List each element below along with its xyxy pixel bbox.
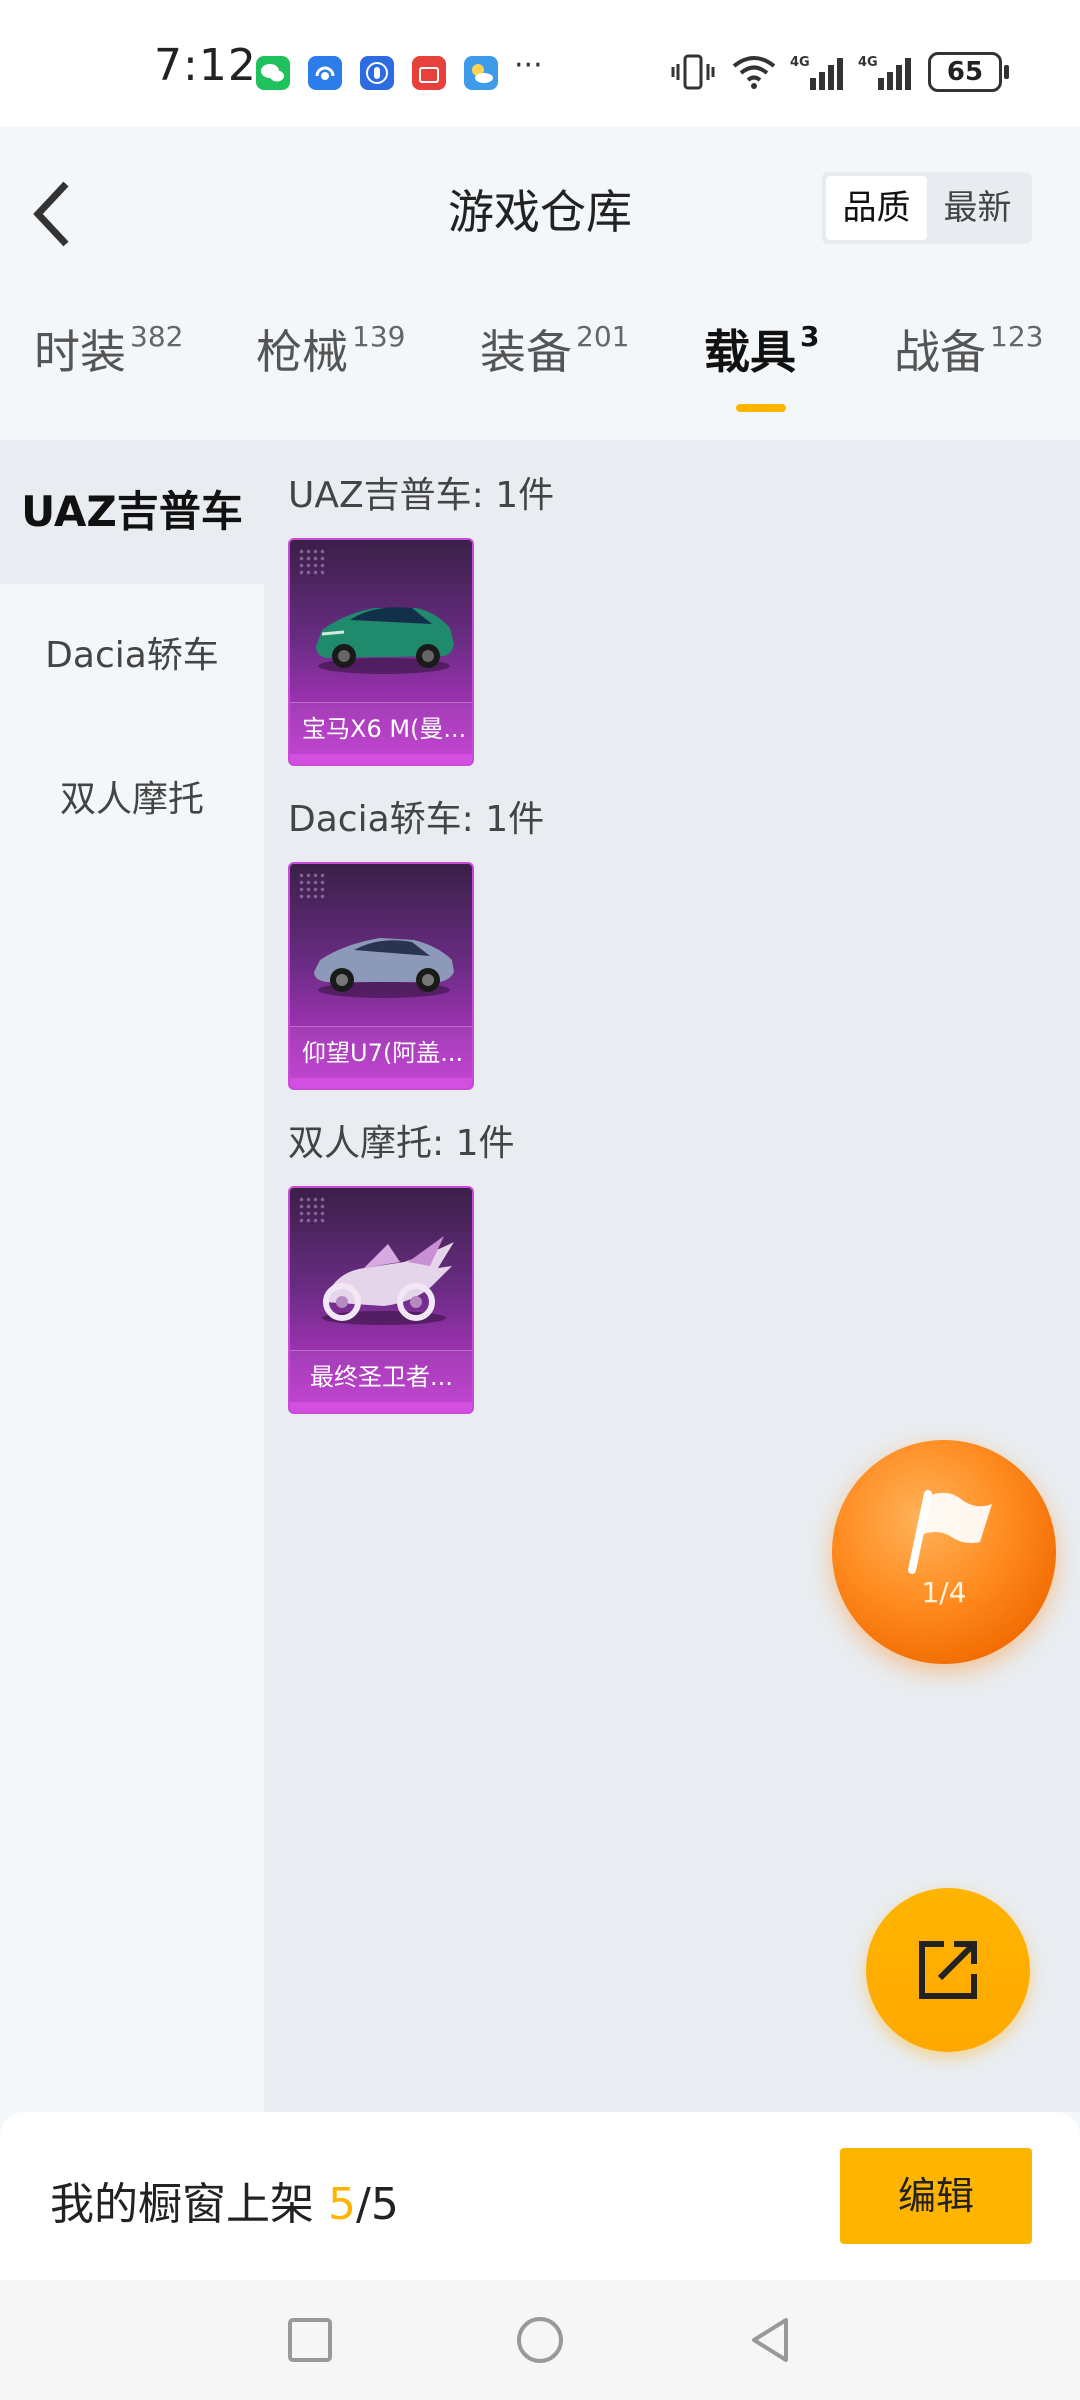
item-card[interactable]: 仰望U7(阿盖... [288,862,474,1090]
edit-button[interactable]: 编辑 [840,2148,1032,2244]
side-item-dacia-sedan[interactable]: Dacia轿车 [0,584,264,728]
tab-firearms[interactable]: 枪械 139 [256,316,405,382]
system-nav-bar [0,2280,1080,2400]
hand-app-icon [360,56,394,90]
weather-icon [464,56,498,90]
signal-4g-icon: 4G [790,55,843,90]
tab-label: 枪械 [256,325,348,379]
status-time: 7:12 [154,40,257,91]
huawei-appgallery-icon [412,56,446,90]
tab-count: 3 [800,320,820,353]
card-pattern [298,872,326,900]
signal-4g-icon-2: 4G [858,55,911,90]
showcase-label-text: 我的橱窗上架 [50,2179,328,2230]
rarity-strip [290,754,472,764]
tab-count: 139 [352,320,406,353]
header: 游戏仓库 品质 最新 时装 382 枪械 139 装备 201 载具 3 战备 123 [0,126,1080,426]
category-tabs: 时装 382 枪械 139 装备 201 载具 3 战备 123 [0,316,1080,416]
group-title: Dacia轿车: 1件 [288,799,545,840]
task-flag-button[interactable]: 1/4 [832,1440,1056,1664]
wifi-icon [732,56,776,89]
tab-count: 123 [990,320,1044,353]
showcase-bar: 我的橱窗上架 5/5 编辑 [0,2112,1080,2280]
vehicle-category-nav: UAZ吉普车 Dacia轿车 双人摩托 [0,440,264,2112]
card-pattern [298,548,326,576]
yangwang-u7-car-image [314,938,454,998]
item-name: 仰望U7(阿盖... [290,1026,472,1078]
bmw-x6-car-image [316,607,454,674]
sort-newest-option[interactable]: 最新 [927,176,1028,240]
active-tab-indicator [736,404,786,412]
share-icon [919,1941,977,1999]
share-button[interactable] [866,1888,1030,2052]
side-item-duo-motorcycle[interactable]: 双人摩托 [0,728,264,872]
showcase-total: /5 [356,2179,399,2230]
group-title: 双人摩托: 1件 [288,1123,515,1164]
svg-text:4G: 4G [790,55,810,70]
wechat-icon [256,56,290,90]
status-bar: 7:12 ··· 4G 4G 65 [0,0,1080,126]
svg-text:4G: 4G [858,55,878,70]
tab-vehicles[interactable]: 载具 3 [704,316,819,382]
group-title: UAZ吉普车: 1件 [288,475,555,516]
tab-battle-supplies[interactable]: 战备 123 [894,316,1043,382]
flag-icon [908,1490,992,1574]
rarity-strip [290,1402,472,1412]
item-name: 宝马X6 M(曼... [290,702,472,754]
showcase-current: 5 [328,2179,356,2230]
battery-icon: 65 [928,52,1009,92]
vibrate-icon [671,54,715,90]
more-notifications-icon: ··· [514,48,543,83]
tab-label: 时装 [34,325,126,379]
showcase-count-label: 我的橱窗上架 5/5 [50,2168,399,2232]
rarity-strip [290,1078,472,1088]
item-card[interactable]: 宝马X6 M(曼... [288,538,474,766]
tab-count: 382 [130,320,184,353]
tab-fashion[interactable]: 时装 382 [34,316,183,382]
sort-quality-option[interactable]: 品质 [826,176,927,240]
motorcycle-image [322,1236,454,1325]
home-icon[interactable] [514,2314,566,2366]
side-item-uaz-jeep[interactable]: UAZ吉普车 [0,440,264,584]
back-nav-icon[interactable] [744,2314,796,2366]
tab-label: 装备 [480,325,572,379]
tab-equipment[interactable]: 装备 201 [480,316,629,382]
vehicle-list: UAZ吉普车: 1件 宝马X6 M(曼... Dacia轿车: 1件 仰望U7(… [264,440,1080,2112]
flag-progress: 1/4 [921,1576,967,1609]
tab-label: 战备 [894,325,986,379]
tab-count: 201 [576,320,630,353]
item-card[interactable]: 最终圣卫者... [288,1186,474,1414]
item-name: 最终圣卫者... [290,1350,472,1402]
tab-label: 载具 [704,325,796,379]
headset-app-icon [308,56,342,90]
card-pattern [298,1196,326,1224]
sort-toggle: 品质 最新 [822,172,1032,244]
recent-apps-icon[interactable] [284,2314,336,2366]
